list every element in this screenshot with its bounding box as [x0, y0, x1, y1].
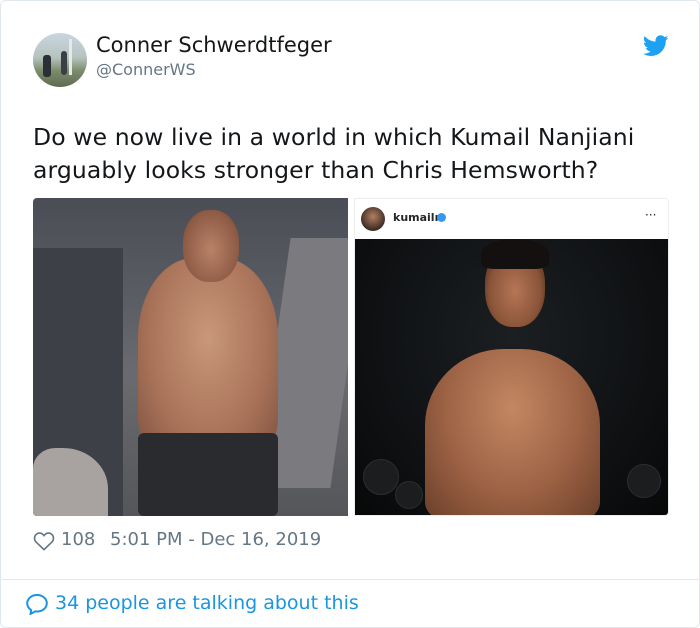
tweet-photo-left[interactable] [33, 198, 348, 516]
tweet-card: Conner Schwerdtfeger @ConnerWS Do we now… [0, 0, 700, 628]
tweet-text-line: arguably looks stronger than Chris Hemsw… [33, 156, 599, 184]
photo-subject [183, 210, 239, 282]
verified-badge-icon [437, 213, 446, 222]
divider [2, 579, 700, 580]
photo-background [627, 464, 661, 498]
twitter-bird-icon[interactable] [643, 35, 669, 57]
tweet-photo-right[interactable]: kumailn ··· [354, 198, 669, 516]
instagram-avatar [361, 207, 385, 231]
photo-subject [425, 349, 600, 515]
conversation-label[interactable]: 34 people are talking about this [55, 592, 359, 614]
instagram-username: kumailn [393, 211, 443, 224]
tweet-timestamp[interactable]: 5:01 PM - Dec 16, 2019 [110, 529, 321, 550]
like-count[interactable]: 108 [61, 529, 95, 550]
instagram-post-header: kumailn ··· [355, 199, 668, 239]
photo-subject [138, 258, 278, 458]
heart-icon[interactable] [33, 531, 55, 551]
author-handle[interactable]: @ConnerWS [96, 60, 196, 79]
author-name[interactable]: Conner Schwerdtfeger [96, 33, 332, 57]
photo-background [395, 481, 423, 509]
more-options-icon: ··· [645, 208, 657, 222]
instagram-photo [355, 239, 668, 515]
tweet-text-line: Do we now live in a world in which Kumai… [33, 123, 635, 151]
avatar-photo-detail [69, 39, 72, 75]
photo-background [363, 459, 399, 495]
photo-subject [138, 433, 278, 516]
tweet-text: Do we now live in a world in which Kumai… [33, 121, 673, 187]
speech-bubble-icon [26, 593, 48, 615]
avatar-photo-detail [43, 55, 51, 77]
photo-subject [481, 239, 549, 269]
avatar[interactable] [33, 33, 87, 87]
avatar-photo-detail [61, 51, 67, 75]
